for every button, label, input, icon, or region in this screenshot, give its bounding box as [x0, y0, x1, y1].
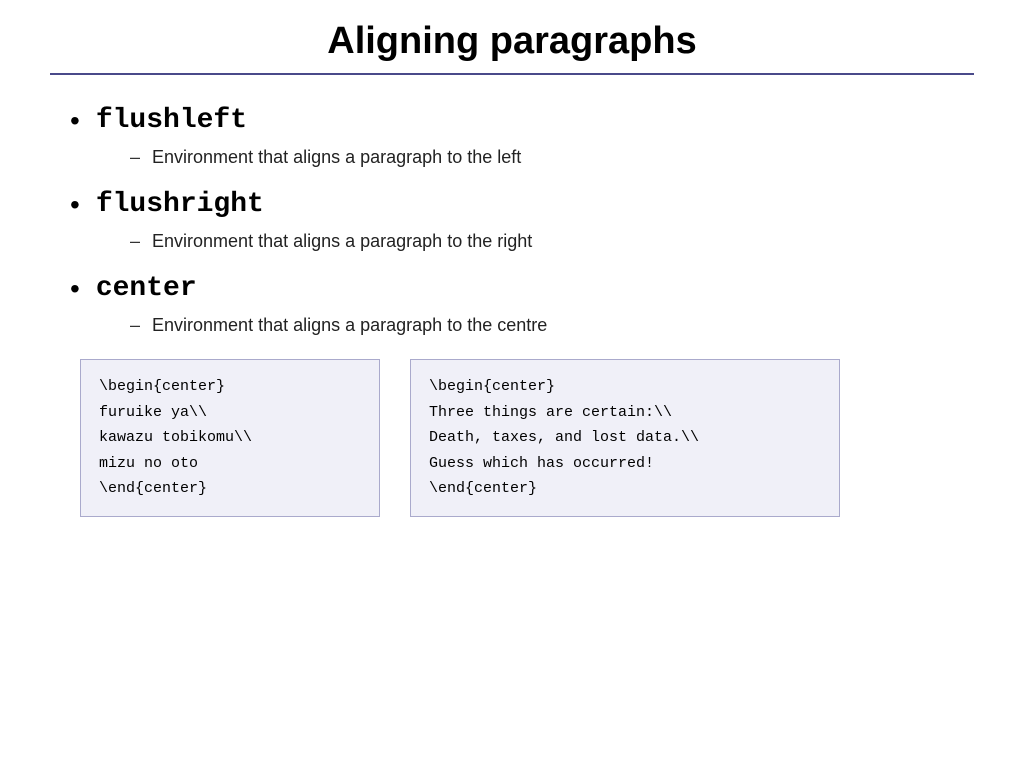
- title-area: Aligning paragraphs: [50, 0, 974, 75]
- sub-item-center: – Environment that aligns a paragraph to…: [130, 312, 954, 339]
- bullet-item-flushright: • flushright – Environment that aligns a…: [70, 189, 954, 255]
- bullet-main-flushleft: • flushleft: [70, 105, 954, 136]
- bullet-item-center: • center – Environment that aligns a par…: [70, 273, 954, 339]
- bullet-dot-center: •: [70, 275, 80, 303]
- bullet-label-center: center: [96, 273, 197, 304]
- code-box-2: \begin{center} Three things are certain:…: [410, 359, 840, 517]
- slide: Aligning paragraphs • flushleft – Enviro…: [0, 0, 1024, 768]
- slide-title: Aligning paragraphs: [50, 20, 974, 63]
- code-box-1: \begin{center} furuike ya\\ kawazu tobik…: [80, 359, 380, 517]
- bullet-label-flushright: flushright: [96, 189, 264, 220]
- sub-dash-center: –: [130, 312, 140, 339]
- bullet-dot-flushleft: •: [70, 107, 80, 135]
- sub-text-flushleft: Environment that aligns a paragraph to t…: [152, 144, 521, 171]
- bullet-dot-flushright: •: [70, 191, 80, 219]
- sub-text-center: Environment that aligns a paragraph to t…: [152, 312, 547, 339]
- bullet-item-flushleft: • flushleft – Environment that aligns a …: [70, 105, 954, 171]
- sub-dash-flushleft: –: [130, 144, 140, 171]
- bullet-label-flushleft: flushleft: [96, 105, 247, 136]
- sub-item-flushleft: – Environment that aligns a paragraph to…: [130, 144, 954, 171]
- content-area: • flushleft – Environment that aligns a …: [50, 95, 974, 738]
- bullet-main-center: • center: [70, 273, 954, 304]
- sub-item-flushright: – Environment that aligns a paragraph to…: [130, 228, 954, 255]
- sub-text-flushright: Environment that aligns a paragraph to t…: [152, 228, 532, 255]
- bullet-main-flushright: • flushright: [70, 189, 954, 220]
- code-boxes-container: \begin{center} furuike ya\\ kawazu tobik…: [80, 359, 954, 517]
- sub-dash-flushright: –: [130, 228, 140, 255]
